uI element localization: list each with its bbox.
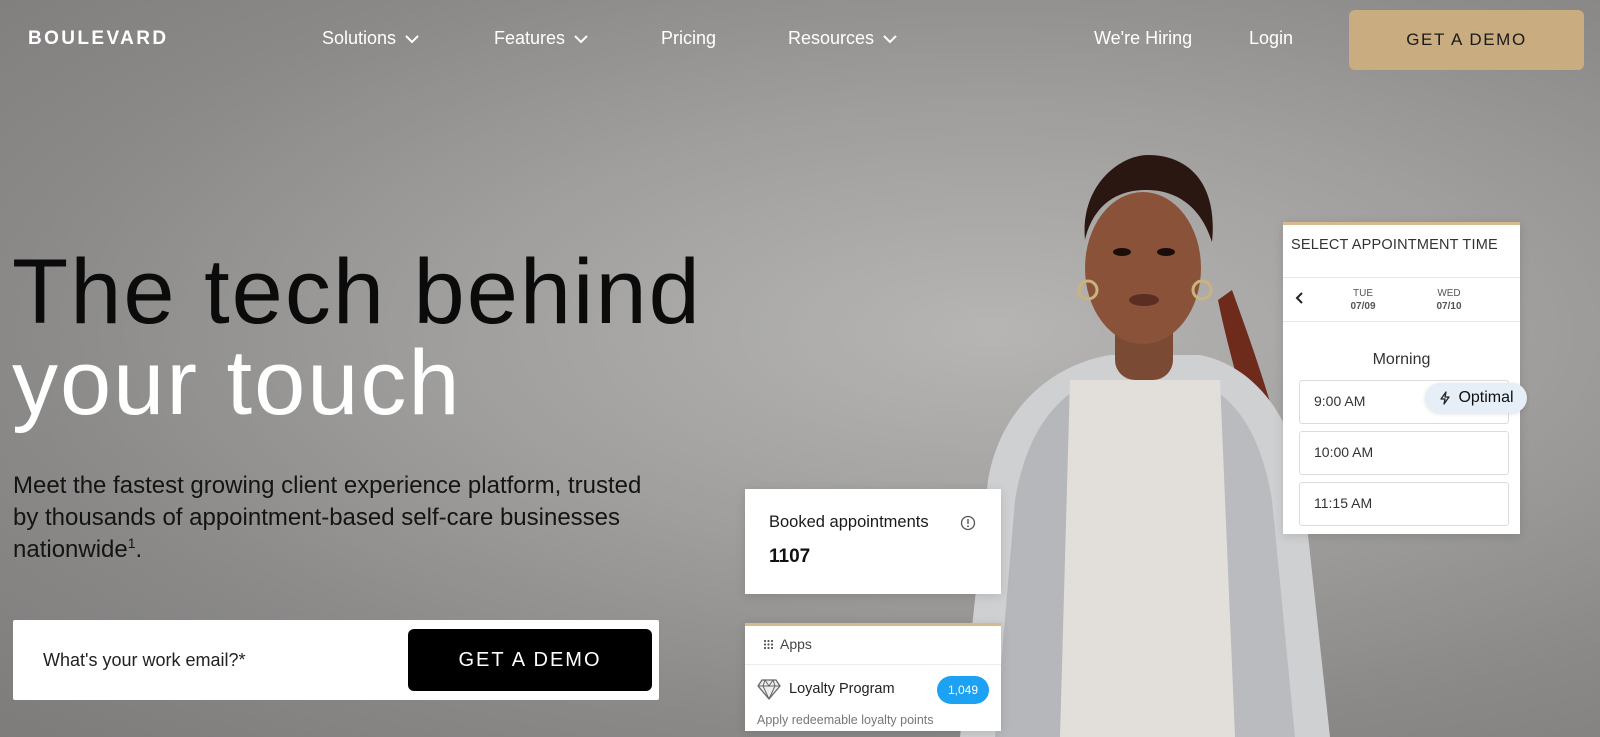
chevron-down-icon: [574, 34, 588, 43]
nav-hiring-link[interactable]: We're Hiring: [1094, 28, 1192, 49]
footnote-marker[interactable]: 1: [128, 535, 136, 551]
brand-logo[interactable]: BOULEVARD: [28, 28, 169, 50]
morning-section-label: Morning: [1372, 351, 1431, 368]
loyalty-program-label[interactable]: Loyalty Program: [789, 681, 895, 697]
apps-header: Apps: [763, 636, 812, 652]
grid-icon: [763, 639, 774, 649]
time-slot[interactable]: 11:15 AM: [1299, 482, 1509, 526]
chevron-down-icon: [883, 34, 897, 43]
top-nav: BOULEVARD Solutions Features Pricing Res…: [0, 0, 1600, 80]
booked-appointments-label: Booked appointments: [769, 513, 929, 531]
optimal-label: Optimal: [1458, 389, 1514, 406]
work-email-input[interactable]: [43, 644, 383, 676]
hero-subheading-text: Meet the fastest growing client experien…: [13, 472, 642, 563]
nav-solutions[interactable]: Solutions: [322, 28, 420, 49]
hero-subheading-end: .: [135, 536, 143, 563]
apps-card: Apps Loyalty Program 1,049 Apply redeema…: [745, 623, 1001, 731]
info-icon[interactable]: [960, 515, 976, 531]
nav-pricing-label: Pricing: [661, 28, 717, 48]
lightning-icon: [1440, 391, 1451, 405]
nav-features-label: Features: [494, 28, 566, 48]
booked-appointments-count: 1107: [769, 546, 811, 567]
get-demo-nav-button[interactable]: GET A DEMO: [1349, 10, 1584, 70]
day-weekday: TUE: [1353, 288, 1373, 299]
hero-headline-line2: your touch: [12, 332, 462, 434]
day-tue[interactable]: TUE 07/09: [1343, 287, 1383, 313]
chevron-down-icon: [405, 34, 419, 43]
nav-login-link[interactable]: Login: [1249, 28, 1293, 49]
diamond-icon: [757, 679, 781, 700]
appointment-card-title: SELECT APPOINTMENT TIME: [1291, 237, 1498, 253]
divider: [1283, 277, 1520, 278]
day-wed[interactable]: WED 07/10: [1429, 287, 1469, 313]
optimal-badge: Optimal: [1425, 383, 1527, 413]
loyalty-description: Apply redeemable loyalty points: [757, 713, 934, 727]
get-demo-hero-button[interactable]: GET A DEMO: [408, 629, 652, 691]
booked-appointments-card: Booked appointments 1107: [745, 489, 1001, 594]
divider: [1283, 321, 1520, 322]
time-slot[interactable]: 10:00 AM: [1299, 431, 1509, 475]
nav-pricing[interactable]: Pricing: [661, 28, 716, 49]
email-signup-form: GET A DEMO: [13, 620, 659, 700]
nav-resources[interactable]: Resources: [788, 28, 898, 49]
nav-resources-label: Resources: [788, 28, 875, 48]
appointment-time-card: SELECT APPOINTMENT TIME TUE 07/09 WED 07…: [1283, 222, 1520, 534]
hero-headline-line1: The tech behind: [12, 241, 702, 343]
nav-solutions-label: Solutions: [322, 28, 397, 48]
loyalty-count-badge: 1,049: [937, 676, 989, 704]
chevron-left-icon[interactable]: [1293, 291, 1307, 305]
day-date: 07/10: [1436, 301, 1462, 312]
hero-subheading: Meet the fastest growing client experien…: [13, 470, 653, 566]
divider: [745, 664, 1001, 665]
nav-features[interactable]: Features: [494, 28, 589, 49]
day-date: 07/09: [1350, 301, 1376, 312]
day-weekday: WED: [1437, 288, 1461, 299]
apps-header-label: Apps: [780, 636, 812, 652]
